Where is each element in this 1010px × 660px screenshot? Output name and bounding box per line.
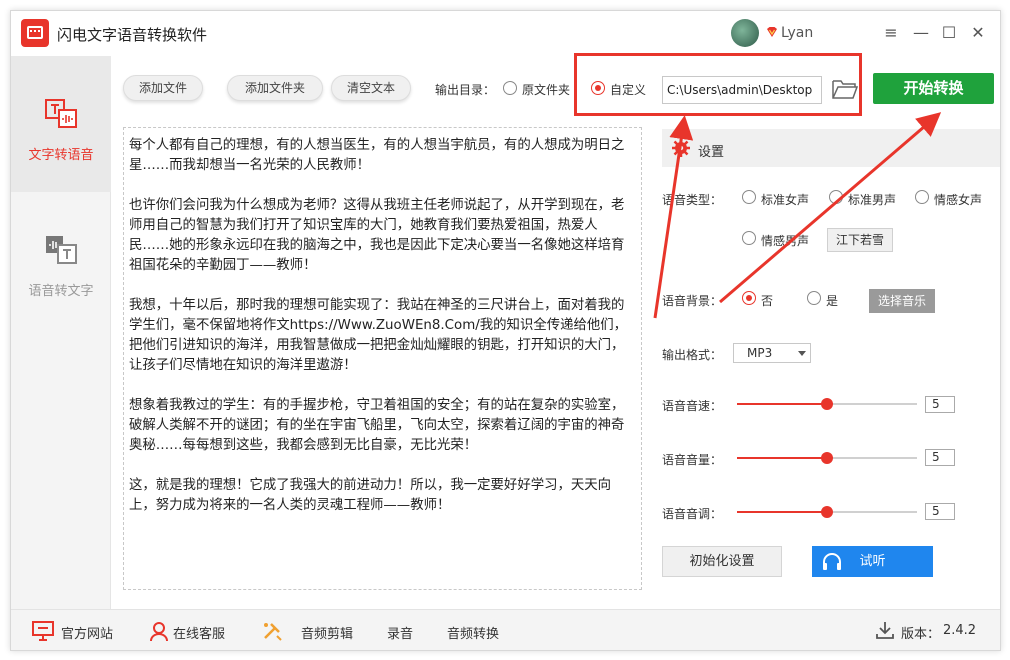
text-paragraph: 每个人都有自己的理想，有的人想当医生，有的人想当宇航员，有的人想成为明日之星……… <box>129 138 625 173</box>
voice-bg-label: 语音背景： <box>662 294 723 308</box>
sidebar-item-label: 语音转文字 <box>28 284 94 299</box>
chevron-down-icon <box>798 351 806 356</box>
monitor-icon <box>32 621 54 641</box>
sidebar-item-text-to-speech[interactable]: 文字转语音 <box>11 56 111 192</box>
text-paragraph: 也许你们会问我为什么想成为老师？这得从我班主任老师说起了，从开学到现在，老师用自… <box>129 198 625 273</box>
clear-text-button[interactable]: 清空文本 <box>331 75 411 101</box>
output-format-select[interactable]: MP3 <box>733 343 811 363</box>
maximize-icon[interactable]: ☐ <box>939 23 959 43</box>
official-website-link[interactable]: 官方网站 <box>61 623 113 642</box>
settings-header: 设置 <box>662 129 1000 167</box>
audio-edit-link[interactable]: 音频剪辑 <box>301 623 353 642</box>
settings-title: 设置 <box>698 145 725 160</box>
output-format-value: MP3 <box>747 346 773 360</box>
voice-type-label: 语音类型： <box>662 193 723 207</box>
voice-bg-yes-label: 是 <box>826 294 839 308</box>
voice-pitch-value[interactable]: 5 <box>925 503 955 520</box>
add-folder-button[interactable]: 添加文件夹 <box>227 75 323 101</box>
voice-bg-no-label: 否 <box>761 294 774 308</box>
voice-type-option: 情感男声 <box>761 234 810 248</box>
voice-speed-slider[interactable] <box>737 398 917 410</box>
sidebar-item-label: 文字转语音 <box>28 148 94 163</box>
footer-bar: 官方网站 在线客服 音频剪辑 录音 音频转换 版本： 2.4.2 <box>11 609 1000 650</box>
output-format-label: 输出格式： <box>662 348 723 362</box>
online-support-link[interactable]: 在线客服 <box>173 623 225 642</box>
record-link[interactable]: 录音 <box>387 623 413 642</box>
app-title: 闪电文字语音转换软件 <box>57 26 208 44</box>
headphones-icon <box>823 553 841 570</box>
support-agent-icon <box>150 622 168 642</box>
title-bar: 闪电文字语音转换软件 Lyan ≡ — ☐ ✕ <box>11 11 1000 56</box>
slider-handle[interactable] <box>821 452 833 464</box>
choose-music-button[interactable]: 选择音乐 <box>869 289 936 313</box>
voice-speed-label: 语音音速： <box>662 399 723 413</box>
user-name[interactable]: Lyan <box>781 25 813 41</box>
add-file-button[interactable]: 添加文件 <box>123 75 203 101</box>
text-paragraph: 想象着我教过的学生：有的手握步枪，守卫着祖国的安全；有的站在复杂的实验室，破解人… <box>129 398 625 453</box>
menu-icon[interactable]: ≡ <box>881 23 901 43</box>
text-paragraph: 这，就是我的理想！它成了我强大的前进动力！所以，我一定要好好学习，天天向上，努力… <box>129 478 612 513</box>
audio-edit-icon <box>264 623 282 641</box>
voice-bg-yes-radio[interactable] <box>807 291 821 305</box>
listen-label: 试听 <box>859 554 886 569</box>
app-window: 闪电文字语音转换软件 Lyan ≡ — ☐ ✕ 文字转语音 语音转文字 添加文件… <box>10 10 1001 651</box>
voice-preset-button[interactable]: 江下若雪 <box>827 228 894 252</box>
minimize-icon[interactable]: — <box>911 23 931 43</box>
version-label: 版本： <box>901 627 941 642</box>
speech-to-text-icon <box>46 236 77 264</box>
voice-type-option: 标准男声 <box>848 193 897 207</box>
text-content-area[interactable]: 每个人都有自己的理想，有的人想当医生，有的人想当宇航员，有的人想成为明日之星……… <box>123 127 642 590</box>
slider-fill <box>737 403 827 405</box>
voice-standard-male-radio[interactable] <box>829 190 843 204</box>
start-convert-button[interactable]: 开始转换 <box>873 73 994 104</box>
download-icon <box>876 622 894 639</box>
voice-bg-no-radio[interactable] <box>742 291 756 305</box>
voice-type-option: 情感女声 <box>934 193 983 207</box>
slider-fill <box>737 457 827 459</box>
voice-emotional-female-radio[interactable] <box>915 190 929 204</box>
voice-volume-slider[interactable] <box>737 452 917 464</box>
output-original-radio[interactable] <box>503 81 517 95</box>
slider-handle[interactable] <box>821 506 833 518</box>
output-dir-label: 输出目录： <box>435 83 496 97</box>
voice-volume-label: 语音音量： <box>662 453 723 467</box>
voice-volume-value[interactable]: 5 <box>925 449 955 466</box>
voice-pitch-label: 语音音调： <box>662 507 723 521</box>
listen-button[interactable]: 试听 <box>812 546 933 577</box>
voice-emotional-male-radio[interactable] <box>742 231 756 245</box>
text-paragraph: 我想，十年以后，那时我的理想可能实现了：我站在神圣的三尺讲台上，面对着我的学生们… <box>129 298 628 373</box>
voice-pitch-slider[interactable] <box>737 506 917 518</box>
voice-standard-female-radio[interactable] <box>742 190 756 204</box>
output-highlight-box <box>574 53 862 116</box>
version-number: 2.4.2 <box>943 623 977 638</box>
audio-convert-link[interactable]: 音频转换 <box>447 623 499 642</box>
text-to-speech-icon <box>45 99 77 128</box>
voice-type-option: 标准女声 <box>761 193 810 207</box>
gear-icon <box>672 139 690 157</box>
close-icon[interactable]: ✕ <box>968 23 988 43</box>
reset-settings-button[interactable]: 初始化设置 <box>662 546 782 577</box>
sidebar: 文字转语音 语音转文字 <box>11 56 111 609</box>
sidebar-item-speech-to-text[interactable]: 语音转文字 <box>11 192 111 328</box>
voice-speed-value[interactable]: 5 <box>925 396 955 413</box>
user-avatar[interactable] <box>731 19 759 47</box>
slider-fill <box>737 511 827 513</box>
slider-handle[interactable] <box>821 398 833 410</box>
vip-icon <box>767 27 777 37</box>
app-logo-icon <box>21 19 49 47</box>
output-original-label: 原文件夹 <box>522 83 571 97</box>
